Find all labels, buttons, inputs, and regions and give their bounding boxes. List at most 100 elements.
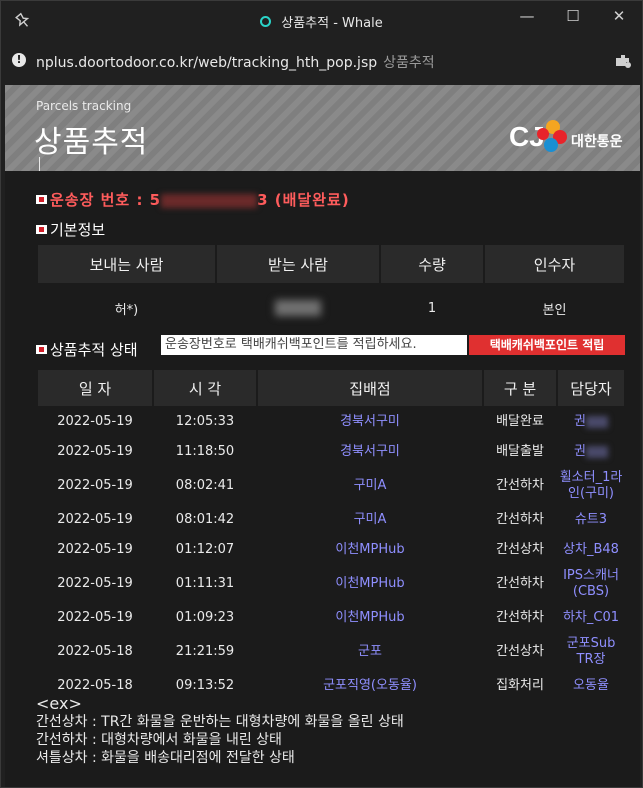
url-text: nplus.doortodoor.co.kr/web/tracking_hth_…	[36, 55, 378, 71]
cj-brand-name: 대한통운	[571, 134, 623, 150]
time-cell: 01:11:31	[152, 564, 258, 604]
branch-link[interactable]: 이천MPHub	[256, 564, 484, 604]
date-cell: 2022-05-19	[36, 602, 154, 634]
branch-link[interactable]: 경북서구미	[256, 406, 484, 438]
legend-line: 간선하차 : 대형차량에서 화물을 내린 상태	[36, 732, 282, 748]
status-cell: 간선상차	[482, 534, 558, 566]
handler-link[interactable]: 슈트3	[556, 504, 626, 536]
table-row: 2022-05-19 12:05:33 경북서구미 배달완료 권	[36, 406, 626, 438]
time-cell: 01:12:07	[152, 534, 258, 566]
handler-link[interactable]: 권	[556, 436, 626, 468]
status-cell: 간선하차	[482, 504, 558, 536]
address-bar[interactable]: ! nplus.doortodoor.co.kr/web/tracking_ht…	[1, 41, 642, 81]
column-header: 받는 사람	[215, 243, 381, 285]
time-cell: 21:21:59	[152, 632, 258, 672]
date-cell: 2022-05-18	[36, 632, 154, 672]
column-header: 일 자	[36, 368, 154, 408]
column-header: 시 각	[152, 368, 258, 408]
cashback-points-form: 운송장번호로 택배캐쉬백포인트를 적립하세요. 택배캐쉬백포인트 적립	[161, 335, 625, 355]
status-cell: 간선하차	[482, 564, 558, 604]
waybill-number: 운송장 번호 : 5 3 (배달완료)	[50, 189, 350, 210]
column-header: 집배점	[256, 368, 484, 408]
time-cell: 01:09:23	[152, 602, 258, 634]
branch-link[interactable]: 이천MPHub	[256, 534, 484, 566]
column-header: 담당자	[556, 368, 626, 408]
legend-title: <ex>	[36, 694, 82, 713]
whale-icon	[260, 15, 272, 27]
branch-link[interactable]: 구미A	[256, 466, 484, 506]
window-title-text: 상품추적 - Whale	[281, 15, 383, 31]
info-icon[interactable]: !	[12, 53, 26, 67]
cashback-submit-button[interactable]: 택배캐쉬백포인트 적립	[469, 335, 625, 355]
table-row: 2022-05-19 01:09:23 이천MPHub 간선하차 하차_C01	[36, 602, 626, 634]
status-legend: <ex> 간선상차 : TR간 화물을 운반하는 대형차량에 화물을 올린 상태…	[36, 695, 404, 767]
bullet-icon	[36, 345, 47, 354]
receiver-cell	[216, 284, 380, 331]
basic-info-heading: 기본정보	[36, 219, 105, 240]
close-button[interactable]: ✕	[596, 1, 642, 31]
basic-info-title: 기본정보	[50, 221, 106, 239]
handler-link[interactable]: IPS스캐너(CBS)	[556, 564, 626, 604]
date-cell: 2022-05-19	[36, 534, 154, 566]
basic-info-table: 보내는 사람 받는 사람 수량 인수자 허*) 1 본인	[36, 243, 626, 331]
handler-link[interactable]: 하차_C01	[556, 602, 626, 634]
tracking-title: 상품추적 상태	[50, 341, 138, 359]
status-cell: 간선하차	[482, 466, 558, 506]
status-cell: 집화처리	[482, 670, 558, 702]
tracking-table: 일 자 시 각 집배점 구 분 담당자 2022-05-19 12:05:33 …	[36, 368, 626, 702]
status-cell: 간선상차	[482, 632, 558, 672]
waybill-label: 운송장 번호 : 5	[50, 191, 162, 209]
table-row: 2022-05-19 01:12:07 이천MPHub 간선상차 상차_B48	[36, 534, 626, 566]
redacted-receiver	[275, 300, 321, 316]
time-cell: 08:01:42	[152, 504, 258, 536]
status-cell: 배달완료	[482, 406, 558, 438]
time-cell: 08:02:41	[152, 466, 258, 506]
table-row: 2022-05-19 08:02:41 구미A 간선하차 휠소터_1라인(구미)	[36, 466, 626, 506]
text-cursor	[39, 157, 40, 171]
date-cell: 2022-05-19	[36, 466, 154, 506]
handler-name: 권	[574, 444, 586, 459]
page-content: Parcels tracking 상품추적 CJ 대한통운 운송장 번호 : 5…	[5, 85, 640, 787]
table-row: 허*) 1 본인	[37, 284, 625, 331]
url-page-title: 상품추적	[383, 55, 435, 71]
url-display[interactable]: nplus.doortodoor.co.kr/web/tracking_hth_…	[36, 52, 435, 72]
branch-link[interactable]: 군포	[256, 632, 484, 672]
acceptor-cell: 본인	[484, 284, 625, 331]
column-header: 보내는 사람	[36, 243, 217, 285]
date-cell: 2022-05-19	[36, 504, 154, 536]
handler-link[interactable]: 휠소터_1라인(구미)	[556, 466, 626, 506]
status-cell: 배달출발	[482, 436, 558, 468]
table-header-row: 보내는 사람 받는 사람 수량 인수자	[36, 243, 626, 285]
redacted-number	[161, 193, 258, 208]
banner-subtitle: Parcels tracking	[36, 99, 132, 113]
table-row: 2022-05-18 21:21:59 군포 간선상차 군포Sub TR장	[36, 632, 626, 672]
handler-link[interactable]: 권	[556, 406, 626, 438]
browser-window: 상품추적 - Whale — ☐ ✕ ! nplus.doortodoor.co…	[0, 0, 643, 788]
handler-name: 권	[574, 414, 586, 429]
branch-link[interactable]: 경북서구미	[256, 436, 484, 468]
handler-link[interactable]: 군포Sub TR장	[556, 632, 626, 672]
tracking-heading: 상품추적 상태	[36, 339, 138, 360]
status-cell: 간선하차	[482, 602, 558, 634]
window-controls: — ☐ ✕	[504, 1, 642, 33]
cashback-input[interactable]: 운송장번호로 택배캐쉬백포인트를 적립하세요.	[161, 335, 467, 355]
waybill-status: 3 (배달완료)	[257, 191, 350, 209]
table-header-row: 일 자 시 각 집배점 구 분 담당자	[36, 368, 626, 408]
header-banner: Parcels tracking 상품추적 CJ 대한통운	[5, 85, 640, 171]
date-cell: 2022-05-19	[36, 436, 154, 468]
cj-logo: CJ 대한통운	[509, 117, 629, 163]
handler-link[interactable]: 오동율	[556, 670, 626, 702]
column-header: 인수자	[483, 243, 626, 285]
column-header: 구 분	[482, 368, 558, 408]
maximize-button[interactable]: ☐	[550, 1, 596, 31]
extension-icon[interactable]	[614, 52, 632, 70]
title-bar: 상품추적 - Whale — ☐ ✕	[1, 1, 642, 41]
quantity-cell: 1	[380, 284, 484, 331]
minimize-button[interactable]: —	[504, 1, 550, 31]
handler-link[interactable]: 상차_B48	[556, 534, 626, 566]
table-row: 2022-05-19 11:18:50 경북서구미 배달출발 권	[36, 436, 626, 468]
legend-line: 간선상차 : TR간 화물을 운반하는 대형차량에 화물을 올린 상태	[36, 714, 404, 730]
branch-link[interactable]: 이천MPHub	[256, 602, 484, 634]
table-row: 2022-05-19 01:11:31 이천MPHub 간선하차 IPS스캐너(…	[36, 564, 626, 604]
branch-link[interactable]: 구미A	[256, 504, 484, 536]
